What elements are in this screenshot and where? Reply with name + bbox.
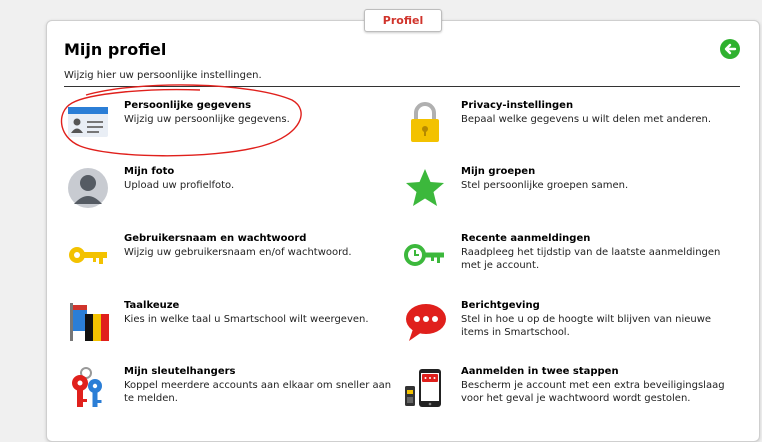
- item-title: Mijn foto: [124, 166, 175, 177]
- speech-bubble-icon: [406, 304, 446, 341]
- key-icon: [69, 247, 107, 264]
- item-description: Stel persoonlijke groepen samen.: [461, 180, 629, 191]
- item-description: Wijzig uw gebruikersnaam en/of wachtwoor…: [124, 247, 352, 258]
- profile-photo-icon: [68, 168, 108, 208]
- star-icon: [406, 169, 444, 206]
- item-berichtgeving[interactable]: Berichtgeving Stel in hoe u op de hoogte…: [403, 300, 733, 356]
- tab-profiel[interactable]: Profiel: [364, 9, 442, 32]
- back-button[interactable]: [720, 39, 740, 59]
- item-mijn-sleutelhangers[interactable]: Mijn sleutelhangers Koppel meerdere acco…: [66, 366, 396, 422]
- item-title: Mijn groepen: [461, 166, 536, 177]
- item-title: Berichtgeving: [461, 300, 540, 311]
- page-title: Mijn profiel: [64, 40, 167, 59]
- item-description: Bescherm je account met een extra beveil…: [461, 380, 725, 404]
- padlock-icon: [411, 102, 439, 142]
- item-title: Persoonlijke gegevens: [124, 100, 252, 111]
- item-description: Bepaal welke gegevens u wilt delen met a…: [461, 114, 712, 125]
- item-title: Mijn sleutelhangers: [124, 366, 236, 377]
- item-taalkeuze[interactable]: Taalkeuze Kies in welke taal u Smartscho…: [66, 300, 396, 356]
- item-description: Stel in hoe u op de hoogte wilt blijven …: [461, 314, 712, 338]
- item-title: Recente aanmeldingen: [461, 233, 591, 244]
- divider: [64, 86, 740, 87]
- item-mijn-groepen[interactable]: Mijn groepen Stel persoonlijke groepen s…: [403, 166, 733, 222]
- item-description: Raadpleeg het tijdstip van de laatste aa…: [461, 247, 721, 271]
- item-description: Wijzig uw persoonlijke gegevens.: [124, 114, 290, 125]
- page-subtitle: Wijzig hier uw persoonlijke instellingen…: [64, 70, 262, 81]
- item-gebruikersnaam-wachtwoord[interactable]: Gebruikersnaam en wachtwoord Wijzig uw g…: [66, 233, 396, 289]
- item-title: Privacy-instellingen: [461, 100, 574, 111]
- item-recente-aanmeldingen[interactable]: Recente aanmeldingen Raadpleeg het tijds…: [403, 233, 733, 289]
- flags-icon: [70, 303, 109, 341]
- item-privacy-instellingen[interactable]: Privacy-instellingen Bepaal welke gegeve…: [403, 100, 733, 156]
- item-aanmelden-twee-stappen[interactable]: Aanmelden in twee stappen Bescherm je ac…: [403, 366, 733, 422]
- clock-key-icon: [404, 244, 444, 266]
- item-title: Aanmelden in twee stappen: [461, 366, 619, 377]
- item-description: Upload uw profielfoto.: [124, 180, 235, 191]
- item-description: Kies in welke taal u Smartschool wilt we…: [124, 314, 369, 325]
- id-card-icon: [68, 107, 108, 137]
- item-description: Koppel meerdere accounts aan elkaar om s…: [124, 380, 392, 404]
- keychain-icon: [72, 367, 102, 407]
- item-title: Gebruikersnaam en wachtwoord: [124, 233, 307, 244]
- phone-token-icon: [405, 369, 441, 407]
- item-title: Taalkeuze: [124, 300, 180, 311]
- item-mijn-foto[interactable]: Mijn foto Upload uw profielfoto.: [66, 166, 396, 222]
- arrow-left-icon: [724, 43, 737, 55]
- item-persoonlijke-gegevens[interactable]: Persoonlijke gegevens Wijzig uw persoonl…: [66, 100, 396, 156]
